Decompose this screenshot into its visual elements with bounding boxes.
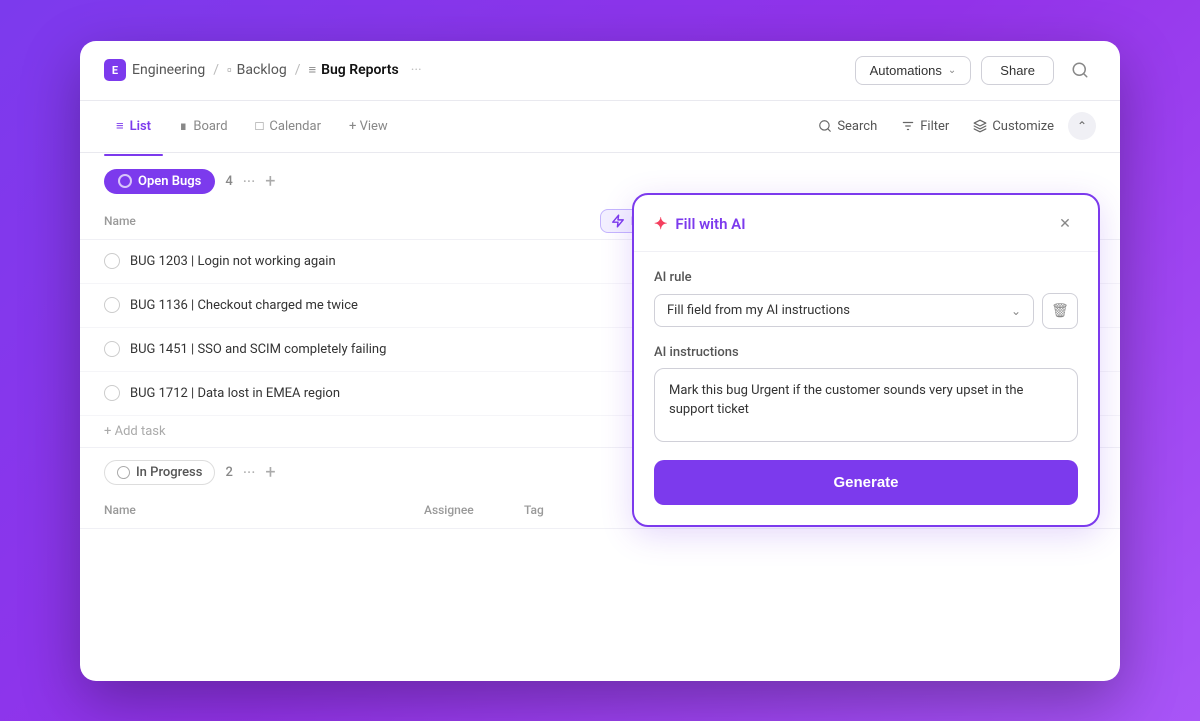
open-bugs-circle-icon — [118, 174, 132, 188]
open-bugs-more-button[interactable]: ··· — [243, 172, 256, 191]
tab-list[interactable]: ≡ List — [104, 110, 163, 142]
task-status-icon — [104, 297, 120, 313]
task-status-icon — [104, 341, 120, 357]
tab-list-label: List — [130, 119, 151, 134]
task-status-icon — [104, 385, 120, 401]
workspace-icon: E — [104, 59, 126, 81]
ai-close-button[interactable]: ✕ — [1052, 211, 1078, 237]
header: E Engineering / ▫ Backlog / ≡ Bug Report… — [80, 41, 1120, 101]
in-progress-circle-icon — [117, 466, 130, 479]
in-progress-badge[interactable]: In Progress — [104, 460, 215, 485]
app-window: E Engineering / ▫ Backlog / ≡ Bug Report… — [80, 41, 1120, 681]
breadcrumb-backlog[interactable]: ▫ Backlog — [227, 62, 287, 78]
breadcrumb: E Engineering / ▫ Backlog / ≡ Bug Report… — [104, 59, 422, 81]
tab-board[interactable]: ∎ Board — [167, 111, 239, 142]
tab-calendar[interactable]: □ Calendar — [244, 110, 333, 142]
breadcrumb-bug-reports-label: Bug Reports — [321, 62, 399, 78]
automations-label: Automations — [870, 63, 942, 78]
delete-icon: 🗑 — [1051, 303, 1069, 319]
tab-calendar-label: Calendar — [269, 119, 321, 134]
ai-rule-selected-option: Fill field from my AI instructions — [667, 303, 850, 318]
filter-toolbar-button[interactable]: Filter — [891, 113, 959, 140]
header-right: Automations ⌄ Share — [855, 54, 1096, 86]
breadcrumb-backlog-label: Backlog — [237, 62, 287, 78]
search-toolbar-button[interactable]: Search — [808, 113, 887, 140]
bottom-col-tag: Tag — [524, 503, 604, 517]
automations-chevron-icon: ⌄ — [948, 65, 956, 76]
open-bugs-count: 4 — [225, 174, 232, 189]
tab-bar-right: Search Filter Customize ⌃ — [808, 112, 1096, 140]
breadcrumb-bug-reports[interactable]: ≡ Bug Reports — [308, 62, 398, 78]
ai-rule-row: Fill field from my AI instructions ⌄ 🗑 — [654, 293, 1078, 329]
filter-toolbar-label: Filter — [920, 119, 949, 134]
breadcrumb-engineering[interactable]: Engineering — [132, 62, 205, 78]
search-icon[interactable] — [1064, 54, 1096, 86]
ai-rule-label: AI rule — [654, 270, 1078, 285]
breadcrumb-engineering-label: Engineering — [132, 62, 205, 78]
in-progress-badge-label: In Progress — [136, 465, 202, 480]
generate-button[interactable]: Generate — [654, 460, 1078, 505]
in-progress-add-button[interactable]: + — [265, 462, 275, 483]
breadcrumb-sep-2: / — [295, 62, 301, 78]
ai-panel: ✦ Fill with AI ✕ AI rule Fill field from… — [632, 193, 1100, 527]
search-toolbar-label: Search — [837, 119, 877, 134]
ai-panel-header: ✦ Fill with AI ✕ — [634, 195, 1098, 252]
open-bugs-badge[interactable]: Open Bugs — [104, 169, 215, 194]
in-progress-count: 2 — [225, 465, 232, 480]
main-content: Open Bugs 4 ··· + Name Bug Priority ⇅ ⊕ — [80, 153, 1120, 681]
customize-toolbar-button[interactable]: Customize — [963, 113, 1064, 140]
ai-rule-select[interactable]: Fill field from my AI instructions ⌄ — [654, 294, 1034, 327]
automations-button[interactable]: Automations ⌄ — [855, 56, 972, 85]
breadcrumb-sep-1: / — [213, 62, 219, 78]
bottom-col-assignee: Assignee — [424, 503, 524, 517]
ai-instructions-label: AI instructions — [654, 345, 1078, 360]
tab-bar: ≡ List ∎ Board □ Calendar + View Search … — [80, 101, 1120, 153]
sparkle-icon: ✦ — [654, 214, 667, 233]
ai-rule-chevron-icon: ⌄ — [1011, 304, 1021, 318]
ai-delete-button[interactable]: 🗑 — [1042, 293, 1078, 329]
ai-instructions-box[interactable]: Mark this bug Urgent if the customer sou… — [654, 368, 1078, 442]
ai-panel-title-label: Fill with AI — [675, 215, 745, 233]
calendar-tab-icon: □ — [256, 118, 264, 134]
ai-panel-body: AI rule Fill field from my AI instructio… — [634, 252, 1098, 460]
list-tab-icon: ≡ — [116, 118, 124, 134]
customize-toolbar-label: Customize — [992, 119, 1054, 134]
ai-panel-title: ✦ Fill with AI — [654, 214, 746, 233]
board-tab-icon: ∎ — [179, 119, 187, 134]
bottom-col-name: Name — [104, 503, 424, 517]
in-progress-more-button[interactable]: ··· — [243, 463, 256, 482]
task-status-icon — [104, 253, 120, 269]
add-view-button[interactable]: + View — [337, 111, 400, 142]
list-icon: ≡ — [308, 62, 316, 78]
tab-board-label: Board — [193, 119, 227, 134]
collapse-button[interactable]: ⌃ — [1068, 112, 1096, 140]
folder-icon: ▫ — [227, 62, 232, 78]
header-more-button[interactable]: ··· — [411, 62, 422, 78]
open-bugs-badge-label: Open Bugs — [138, 174, 201, 189]
share-button[interactable]: Share — [981, 56, 1054, 85]
tab-bar-left: ≡ List ∎ Board □ Calendar + View — [104, 110, 400, 142]
open-bugs-add-button[interactable]: + — [265, 171, 275, 192]
col-name-header: Name — [104, 214, 484, 228]
